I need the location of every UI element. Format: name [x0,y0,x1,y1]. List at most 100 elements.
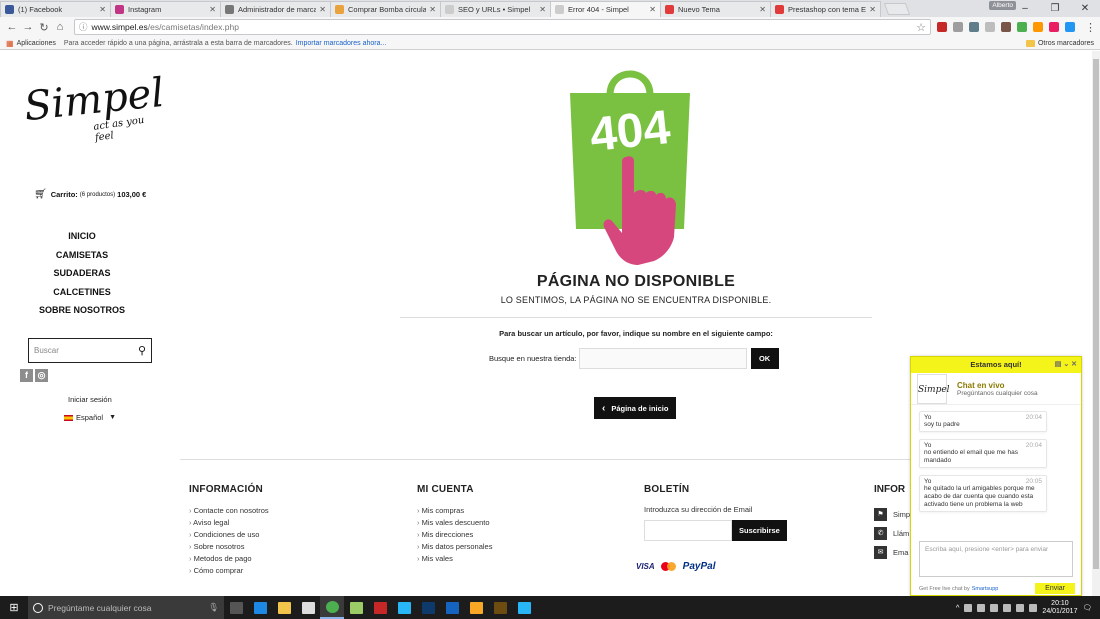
tab-bomba[interactable]: Comprar Bomba circulador✕ [330,1,441,17]
tab-facebook[interactable]: (1) Facebook ✕ [0,1,111,17]
import-bookmarks-link[interactable]: Importar marcadores ahora... [296,40,387,47]
notifications-icon[interactable]: 🗨︎ [1082,603,1092,612]
footer-link[interactable]: Mis compras [417,505,492,517]
footer-link[interactable]: Contacte con nosotros [189,505,269,517]
bookmark-star-icon[interactable]: ☆ [916,21,926,34]
photoshop-icon[interactable] [416,596,440,619]
edge-icon[interactable] [248,596,272,619]
chat-header[interactable]: Estamos aquí! ▤ ⌄ ✕ [911,357,1081,373]
store-search-input[interactable] [578,348,747,369]
footer-link[interactable]: Mis direcciones [417,529,492,541]
extension-icon[interactable] [985,22,995,32]
bridge-icon[interactable] [488,596,512,619]
clock[interactable]: 20:10 24/01/2017 [1042,600,1077,616]
minimize-icon[interactable]: – [1010,3,1040,14]
tab-instagram[interactable]: Instagram ✕ [110,1,221,17]
home-page-button[interactable]: ‹ Página de inicio [594,397,677,419]
back-icon[interactable]: ← [4,21,20,33]
extension-icon[interactable] [1001,22,1011,32]
subscribe-button[interactable]: Suscribirse [732,520,787,541]
footer-link[interactable]: Sobre nosotros [189,541,269,553]
page-scrollbar[interactable] [1092,51,1100,596]
smartsupp-link[interactable]: Smartsupp [972,586,999,592]
extension-icon[interactable] [1049,22,1059,32]
store-icon[interactable] [296,596,320,619]
nav-camisetas[interactable]: CAMISETAS [20,246,144,265]
facebook-icon[interactable]: f [20,369,33,382]
search-icon[interactable]: ⚲ [138,344,146,357]
extension-pdf-icon[interactable] [937,22,947,32]
close-icon[interactable]: ✕ [649,5,656,14]
network-icon[interactable] [1003,603,1012,612]
send-button[interactable]: Enviar [1035,583,1075,594]
task-view-icon[interactable] [224,596,248,619]
close-icon[interactable]: ✕ [869,5,876,14]
internet-explorer-icon[interactable] [512,596,536,619]
forward-icon[interactable]: → [20,21,36,33]
footer-link[interactable]: Condiciones de uso [189,529,269,541]
tab-seo-urls[interactable]: SEO y URLs • Simpel ✕ [440,1,551,17]
notepad-icon[interactable] [344,596,368,619]
footer-link[interactable]: Mis vales descuento [417,517,492,529]
scrollbar-thumb[interactable] [1093,59,1099,569]
nav-sudaderas[interactable]: SUDADERAS [20,264,144,283]
menu-icon[interactable]: ⋮ [1085,21,1096,34]
newsletter-email-input[interactable] [644,520,732,541]
extension-icon[interactable] [969,22,979,32]
keyboard-icon[interactable] [1029,603,1038,612]
extension-icon[interactable] [1017,22,1027,32]
tab-prestashop[interactable]: Prestashop con tema Ele ✕ [770,1,881,17]
volume-icon[interactable] [1016,603,1025,612]
new-tab-button[interactable] [883,3,911,15]
close-icon[interactable]: ✕ [209,5,216,14]
extension-icon[interactable] [1065,22,1075,32]
maximize-icon[interactable]: ❐ [1040,3,1070,14]
poker-icon[interactable] [368,596,392,619]
footer-link[interactable]: Mis datos personales [417,541,493,553]
file-explorer-icon[interactable] [272,596,296,619]
chrome-icon[interactable] [320,596,344,619]
internet-explorer-icon[interactable] [392,596,416,619]
footer-link[interactable]: Mis vales [417,553,492,565]
tray-icon[interactable] [977,603,986,612]
reload-icon[interactable]: ↻ [36,21,52,34]
close-icon[interactable]: ✕ [759,5,766,14]
outlook-icon[interactable] [440,596,464,619]
instagram-icon[interactable]: ◎ [35,369,48,382]
close-icon[interactable]: ✕ [319,5,326,14]
extension-icon[interactable] [1033,22,1043,32]
tab-nuevo-tema[interactable]: Nuevo Tema ✕ [660,1,771,17]
cortana-search[interactable]: Pregúntame cualquier cosa 🎙︎ [28,596,224,619]
tray-icon[interactable] [990,603,999,612]
nav-inicio[interactable]: INICIO [20,227,144,246]
extension-icon[interactable] [953,22,963,32]
close-icon[interactable]: ✕ [99,5,106,14]
tool-icon[interactable] [464,596,488,619]
tray-icon[interactable] [964,603,973,612]
windows-start-icon[interactable]: ⊞ [0,601,28,614]
tab-error-404[interactable]: Error 404 - Simpel ✕ [550,1,661,17]
nav-sobre-nosotros[interactable]: SOBRE NOSOTROS [20,301,144,320]
microphone-icon[interactable]: 🎙︎ [208,602,219,613]
close-window-icon[interactable]: ✕ [1070,3,1100,14]
home-icon[interactable]: ⌂ [52,21,68,33]
tray-chevron-icon[interactable]: ^ [956,603,960,612]
apps-grid-icon[interactable]: ▦ [6,39,14,48]
close-icon[interactable]: ✕ [539,5,546,14]
footer-link[interactable]: Cómo comprar [189,565,269,577]
search-input[interactable]: Buscar ⚲ [28,338,152,363]
close-icon[interactable]: ✕ [429,5,436,14]
other-bookmarks[interactable]: Otros marcadores [1025,39,1094,47]
cart-summary[interactable]: 🛒︎ Carrito: (6 productos) 103,00 € [34,189,148,200]
ok-button[interactable]: OK [750,348,779,369]
apps-link[interactable]: Aplicaciones [17,40,56,47]
chat-window-controls[interactable]: ▤ ⌄ ✕ [1055,357,1077,373]
login-link[interactable]: Iniciar sesión [68,395,112,404]
address-bar[interactable]: ⓘ www.simpel.es/es/camisetas/index.php ☆ [74,19,931,35]
chat-input[interactable]: Escriba aquí, presione <enter> para envi… [919,541,1073,577]
nav-calcetines[interactable]: CALCETINES [20,283,144,302]
site-logo[interactable]: Simpel act as you feel [22,70,166,147]
tab-bookmark-manager[interactable]: Administrador de marcadores✕ [220,1,331,17]
language-selector[interactable]: Español ▼ [64,413,116,422]
footer-link[interactable]: Metodos de pago [189,553,269,565]
